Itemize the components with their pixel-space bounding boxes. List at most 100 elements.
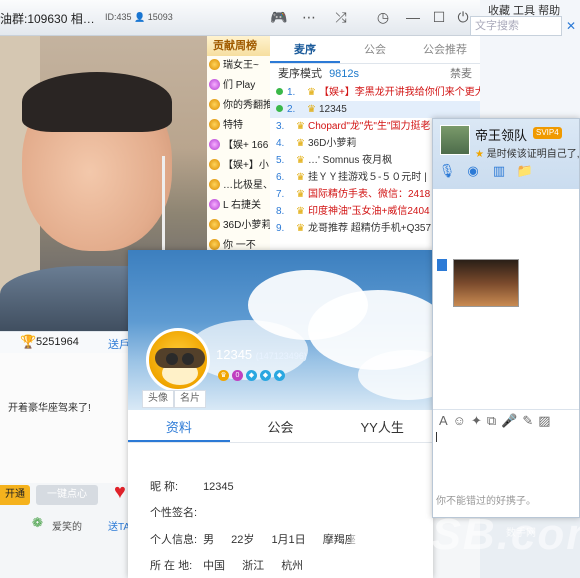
viewers-icon: 👤 xyxy=(134,12,146,22)
trophy-icon: ♛ xyxy=(307,87,316,98)
queue-item[interactable]: 1. ♛ 【娱+】李黑龙开讲我给你们来个更大 xyxy=(270,84,480,101)
voice-icon[interactable]: 🎤 xyxy=(501,410,517,431)
maximize-icon[interactable]: ☐ xyxy=(428,6,450,28)
queue-user-name: 36D小萝莉 xyxy=(307,138,357,149)
contribution-name: 36D小萝莉 xyxy=(223,220,270,231)
profile-badges: ♛ 0 ◆ ◆ ◆ xyxy=(218,370,285,381)
chat-avatar[interactable] xyxy=(440,125,470,155)
queue-number: 2. xyxy=(287,104,296,115)
chat-image-icon xyxy=(437,259,447,271)
edit-icon[interactable]: ✎ xyxy=(522,410,533,431)
birthday-value: 1月1日 xyxy=(271,534,306,546)
minimize-icon[interactable]: — xyxy=(402,6,424,28)
diamond-badge-icon: ◆ xyxy=(246,370,257,381)
queue-user-name: 国际精仿手表、微信：2418 xyxy=(307,189,431,200)
location-row: 所 在 地: 中国 浙江 杭州 xyxy=(150,557,317,573)
queue-user-name: …' Somnus 夜月枫 xyxy=(307,155,393,166)
star-icon: ★ xyxy=(475,149,484,160)
chat-log xyxy=(433,189,579,409)
queue-number: 4. xyxy=(276,138,285,149)
image-icon[interactable]: ▨ xyxy=(538,410,550,431)
rank-badge-icon xyxy=(209,59,220,70)
trophy-icon: ♛ xyxy=(296,172,305,183)
tab-profile-guild[interactable]: 公会 xyxy=(230,413,332,442)
contribution-item[interactable]: 【娱+】小 xyxy=(207,156,270,176)
send-gift-link[interactable]: 送戶 xyxy=(108,336,130,352)
tab-queue[interactable]: 麦序 xyxy=(270,36,340,63)
queue-number: 7. xyxy=(276,189,285,200)
rank-badge-icon xyxy=(209,139,220,150)
tab-guild[interactable]: 公会 xyxy=(340,36,410,63)
card-tab[interactable]: 名片 xyxy=(174,390,206,408)
gift-count: 5251964 xyxy=(36,336,79,348)
avatar-tab[interactable]: 头像 xyxy=(142,390,174,408)
profile-name: 12345 xyxy=(216,347,253,362)
viewer-count: 15093 xyxy=(147,12,173,22)
trophy-icon: ♛ xyxy=(296,223,305,234)
channel-title: 油群:109630 相… xyxy=(0,12,95,26)
heart-icon[interactable]: ♥ xyxy=(114,481,126,504)
queue-number: 6. xyxy=(276,172,285,183)
one-click-button[interactable]: 一键点心 xyxy=(36,485,98,505)
contribution-title: 贡献周榜 xyxy=(207,36,270,56)
search-close-icon[interactable]: ✕ xyxy=(566,16,580,36)
personal-info-row: 个人信息: 男 22岁 1月1日 摩羯座 xyxy=(150,531,370,547)
watermark-small: 数手网 xyxy=(506,528,536,539)
tab-profile-info[interactable]: 资料 xyxy=(128,413,230,442)
trophy-icon: ♛ xyxy=(296,138,305,149)
folder-icon[interactable]: 📁 xyxy=(515,161,535,181)
gamepad-icon[interactable]: 🎮 xyxy=(268,6,290,28)
tab-guild-recommend[interactable]: 公会推荐 xyxy=(410,36,480,63)
mute-mic-button[interactable]: 禁麦 xyxy=(450,64,472,84)
chat-toolbar: 🎙 ◉ ▥ 📁 xyxy=(437,161,535,181)
chart-icon[interactable]: ▥ xyxy=(489,161,509,181)
chat-header: 帝王领队 SVIP4 ★ 是时候该证明自己了, 🎙 ◉ ▥ 📁 xyxy=(433,119,580,189)
tab-profile-life[interactable]: YY人生 xyxy=(331,413,433,442)
rank-badge-icon xyxy=(209,119,220,130)
contribution-item[interactable]: …比极星、 xyxy=(207,176,270,196)
contribution-item[interactable]: L 右捷关 xyxy=(207,196,270,216)
queue-number: 3. xyxy=(276,121,285,132)
city-value: 杭州 xyxy=(281,560,304,572)
contribution-item[interactable]: 们 Play xyxy=(207,76,270,96)
contribution-item[interactable]: 36D小萝莉 xyxy=(207,216,270,236)
profile-name-block: 12345 (147123496) xyxy=(216,347,307,362)
contribution-item[interactable]: 特特 xyxy=(207,116,270,136)
more-icon[interactable]: ⋯ xyxy=(298,6,320,28)
channel-id: ID:435 xyxy=(105,12,132,22)
nudge-icon[interactable]: ✦ xyxy=(471,410,482,431)
avatar-tabs: 头像 名片 xyxy=(142,390,206,408)
diamond-badge-icon: ◆ xyxy=(274,370,285,381)
rank-badge-icon xyxy=(209,159,220,170)
screenshot-icon[interactable]: ⧉ xyxy=(487,410,496,431)
signature-label: 个性签名: xyxy=(150,507,198,519)
trophy-icon: ♛ xyxy=(296,121,305,132)
bottom-tip-left: 爱笑的 xyxy=(52,522,82,533)
queue-item[interactable]: 2. ♛ 12345 xyxy=(270,101,480,118)
queue-user-name: 印度神油"玉女油+威信2404 xyxy=(307,206,430,217)
contribution-item[interactable]: 你的秀翻推 xyxy=(207,96,270,116)
contribution-name: 特特 xyxy=(223,120,243,131)
search-input[interactable]: 文字搜索 xyxy=(470,16,562,36)
contribution-item[interactable]: 瑞女王~ xyxy=(207,56,270,76)
open-button[interactable]: 开通 xyxy=(0,485,30,505)
streamer-hair xyxy=(22,72,172,132)
gift-icon[interactable]: ❁ xyxy=(32,515,43,531)
shuffle-icon[interactable]: ⤮ xyxy=(330,6,352,28)
video-call-icon[interactable]: ◉ xyxy=(463,161,483,181)
profile-avatar[interactable] xyxy=(146,328,210,392)
profile-card: 头像 名片 12345 (147123496) ♛ 0 ◆ ◆ ◆ 资料 公会 … xyxy=(128,250,433,578)
queue-number: 9. xyxy=(276,223,285,234)
avatar-mask xyxy=(155,348,205,368)
chat-image-thumbnail[interactable] xyxy=(453,259,519,307)
clock-icon[interactable]: ◷ xyxy=(372,6,394,28)
rank-badge-icon xyxy=(209,79,220,90)
microphone-icon[interactable]: 🎙 xyxy=(437,161,457,181)
emoji-icon[interactable]: ☺ xyxy=(453,410,466,431)
contribution-name: 你的秀翻推 xyxy=(223,100,270,111)
gender-value: 男 xyxy=(203,534,215,546)
contribution-item[interactable]: 【娱+ 166 xyxy=(207,136,270,156)
rank-badge-icon xyxy=(209,99,220,110)
diamond-badge-icon: ◆ xyxy=(260,370,271,381)
font-icon[interactable]: A xyxy=(439,410,448,431)
